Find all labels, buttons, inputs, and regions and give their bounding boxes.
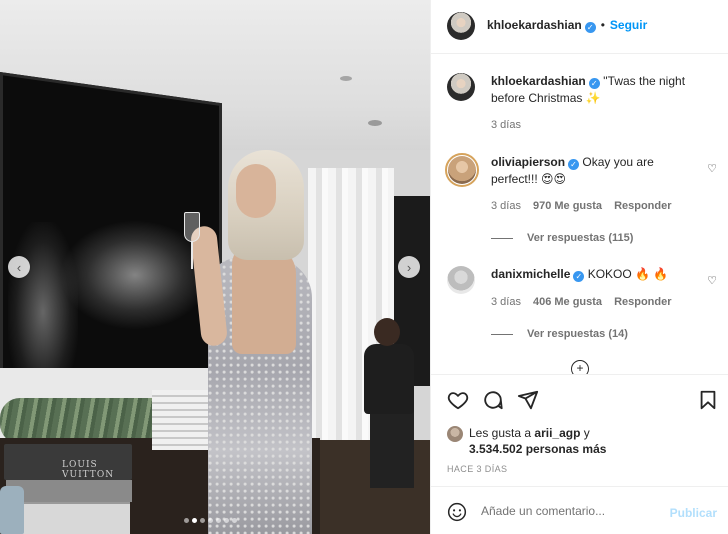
chevron-right-icon[interactable]: › (398, 256, 420, 278)
comment-username[interactable]: oliviapierson (491, 155, 565, 169)
likes-text: Les gusta a arii_agp y 3.534.502 persona… (469, 425, 606, 457)
post-header-info: khloekardashian ✓ • Seguir (487, 18, 647, 33)
comment-likes[interactable]: 970 Me gusta (533, 200, 602, 212)
carousel-dot (224, 518, 229, 523)
post-time-ago: HACE 3 DÍAS (447, 464, 508, 474)
post-actions: Les gusta a arii_agp y 3.534.502 persona… (431, 374, 728, 486)
photo-ceiling-light (368, 120, 382, 126)
reply-button[interactable]: Responder (614, 200, 671, 212)
photo-book (8, 502, 130, 534)
comment-icon[interactable] (482, 389, 504, 411)
heart-icon[interactable] (447, 389, 469, 411)
photo-child-body (364, 344, 414, 414)
photo-woman-face (236, 164, 276, 218)
next-glyph: › (406, 259, 412, 275)
comment-composer: Publicar (431, 486, 728, 534)
carousel-dot (216, 518, 221, 523)
comment-input[interactable] (481, 499, 651, 523)
caption-time: 3 días (491, 119, 521, 131)
avatar[interactable] (445, 153, 479, 187)
chevron-left-icon[interactable]: ‹ (8, 256, 30, 278)
comment-text-block: danixmichelle ✓ KOKOO 🔥 🔥 (491, 266, 703, 283)
likes-joiner: y (583, 426, 590, 440)
carousel-dot (200, 518, 205, 523)
photo-book: LOUIS VUITTON (4, 444, 132, 480)
carousel-dot (184, 518, 189, 523)
prev-glyph: ‹ (16, 259, 22, 275)
photo-book-stack (152, 390, 210, 450)
follow-button[interactable]: Seguir (610, 18, 647, 32)
avatar[interactable] (447, 73, 475, 101)
comment-meta: 3 días 406 Me gusta Responder (491, 296, 672, 308)
send-icon[interactable] (517, 389, 539, 411)
separator-dot: • (600, 18, 605, 32)
post-header: khloekardashian ✓ • Seguir (431, 0, 728, 54)
comment-item: oliviapierson ✓ Okay you are perfect!!! 😍… (445, 153, 717, 254)
view-replies-button[interactable]: Ver respuestas (14) (491, 328, 628, 340)
avatar[interactable] (447, 266, 475, 294)
avatar[interactable] (447, 12, 475, 40)
heart-icon[interactable]: ♡ (707, 162, 717, 175)
comment-username[interactable]: danixmichelle (491, 267, 570, 281)
comment-item: danixmichelle ✓ KOKOO 🔥 🔥 ♡ 3 días 406 Me … (447, 266, 717, 366)
caption-username[interactable]: khloekardashian (491, 74, 586, 88)
publish-button[interactable]: Publicar (670, 506, 717, 520)
photo-book-title: LOUIS VUITTON (62, 460, 115, 480)
comment-meta: 3 días 970 Me gusta Responder (491, 200, 672, 212)
reply-button[interactable]: Responder (614, 296, 671, 308)
comment-time: 3 días (491, 200, 521, 212)
photo-glass-stem (191, 241, 193, 269)
carousel-dot (208, 518, 213, 523)
comment-text-block: oliviapierson ✓ Okay you are perfect!!! 😍… (491, 154, 703, 188)
emoji-icon[interactable] (447, 502, 467, 522)
verified-badge-icon: ✓ (588, 78, 600, 89)
photo-woman-back (232, 244, 296, 354)
carousel-dot (192, 518, 197, 523)
comment-likes[interactable]: 406 Me gusta (533, 296, 602, 308)
author-username[interactable]: khloekardashian (487, 18, 582, 32)
post-photo[interactable]: LOUIS VUITTON ‹ › (0, 0, 430, 534)
photo-child-head (374, 318, 400, 346)
heart-icon[interactable]: ♡ (707, 274, 717, 287)
instagram-post: LOUIS VUITTON ‹ › khloekardashian ✓ • Segui… (0, 0, 728, 534)
verified-badge-icon: ✓ (573, 271, 585, 282)
verified-badge-icon: ✓ (568, 159, 580, 170)
caption-text-block: khloekardashian ✓ ''Twas the night before… (491, 73, 703, 107)
photo-vase (0, 486, 24, 534)
carousel-dot (232, 518, 237, 523)
avatar[interactable] (447, 426, 463, 442)
caption: khloekardashian ✓ ''Twas the night before… (447, 73, 717, 143)
comment-time: 3 días (491, 296, 521, 308)
comment-text: KOKOO 🔥 🔥 (587, 267, 669, 281)
post-side-panel: khloekardashian ✓ • Seguir khloekardashian ✓… (430, 0, 728, 534)
verified-badge-icon: ✓ (584, 22, 596, 33)
likes-user[interactable]: arii_agp (534, 426, 580, 440)
photo-champagne-glass (184, 212, 200, 242)
photo-ceiling-light (340, 76, 352, 81)
comments-list[interactable]: khloekardashian ✓ ''Twas the night before… (431, 54, 728, 374)
bookmark-icon[interactable] (697, 389, 719, 411)
load-more-comments-icon[interactable]: + (571, 360, 589, 374)
likes-prefix: Les gusta a (469, 426, 532, 440)
likes-count[interactable]: 3.534.502 personas más (469, 442, 606, 456)
view-replies-button[interactable]: Ver respuestas (115) (491, 232, 633, 244)
photo-child-legs (370, 410, 414, 488)
carousel-indicator (184, 518, 237, 523)
photo-book (6, 480, 132, 502)
